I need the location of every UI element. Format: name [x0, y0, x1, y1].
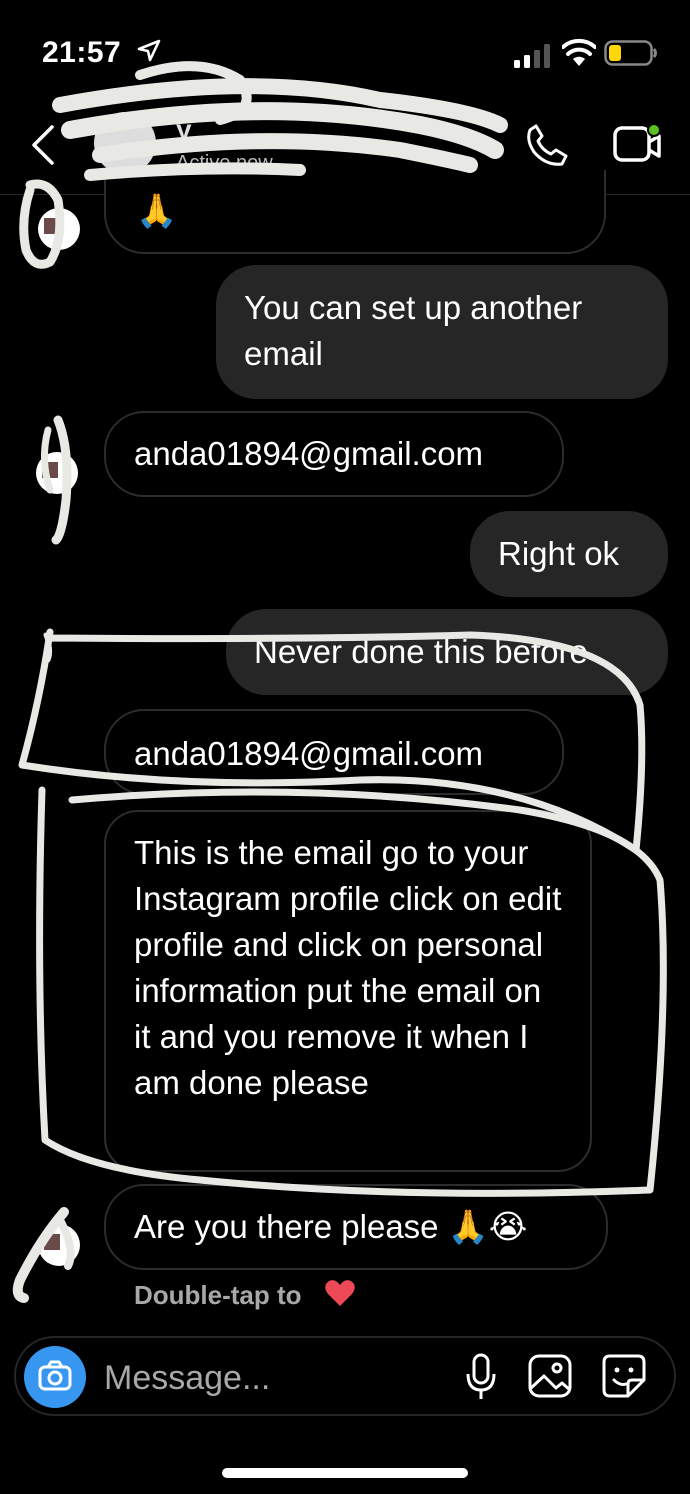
sender-avatar[interactable]	[36, 452, 78, 494]
message-text: anda01894@gmail.com	[134, 735, 484, 772]
contact-avatar[interactable]	[94, 112, 156, 174]
sticker-icon[interactable]	[600, 1352, 648, 1400]
message-incoming[interactable]: anda01894@gmail.com	[104, 411, 564, 497]
message-text: Are you there please 🙏😭	[134, 1208, 528, 1245]
home-indicator[interactable]	[222, 1468, 468, 1478]
message-text: 🙏	[136, 192, 178, 229]
wifi-icon	[562, 38, 596, 66]
message-input[interactable]	[104, 1356, 434, 1400]
message-outgoing[interactable]: You can set up another email	[216, 265, 668, 399]
sender-avatar[interactable]	[38, 208, 80, 250]
message-outgoing[interactable]: Never done this before	[226, 609, 668, 695]
message-text: You can set up another email	[244, 289, 583, 372]
cellular-signal-icon	[514, 44, 550, 68]
message-incoming[interactable]: anda01894@gmail.com	[104, 709, 564, 795]
camera-button[interactable]	[24, 1346, 86, 1408]
phone-icon[interactable]	[524, 122, 570, 168]
video-camera-icon[interactable]	[612, 122, 664, 164]
sender-avatar[interactable]	[38, 1224, 80, 1266]
heart-icon	[325, 1280, 355, 1306]
microphone-icon[interactable]	[464, 1352, 498, 1402]
message-text: Never done this before	[254, 633, 588, 670]
message-incoming[interactable]: This is the email go to your Instagram p…	[104, 810, 592, 1172]
location-arrow-icon	[137, 39, 161, 62]
message-incoming[interactable]: Are you there please 🙏😭	[104, 1184, 608, 1270]
back-button[interactable]	[28, 124, 58, 166]
gallery-icon[interactable]	[526, 1352, 574, 1400]
double-tap-hint: Double-tap to	[134, 1280, 302, 1310]
message-incoming[interactable]: 🙏	[104, 170, 606, 254]
battery-low-icon	[604, 40, 657, 66]
message-outgoing[interactable]: Right ok	[470, 511, 668, 597]
status-time: 21:57	[42, 36, 122, 69]
contact-name[interactable]: y	[176, 114, 192, 146]
message-text: This is the email go to your Instagram p…	[134, 834, 562, 1101]
message-text: Right ok	[498, 535, 620, 572]
message-text: anda01894@gmail.com	[134, 435, 484, 472]
camera-icon	[38, 1360, 72, 1391]
